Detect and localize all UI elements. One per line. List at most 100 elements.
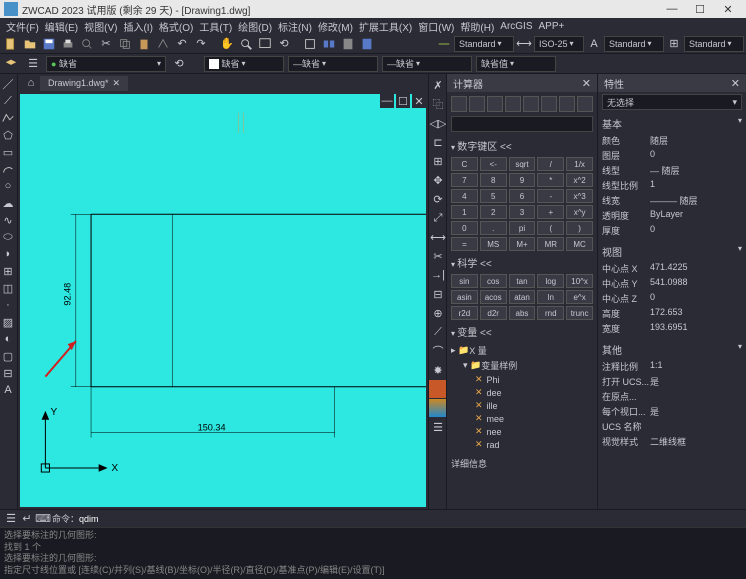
vars-category[interactable]: ▸ 📁 X 量 [451,343,593,358]
prop-row[interactable]: UCS 名称 [602,419,742,434]
calc-key[interactable]: * [537,173,564,187]
close-button[interactable]: ✕ [714,3,742,16]
circle-icon[interactable]: ○ [0,178,16,194]
plotstyle-combo[interactable]: 缺省值▾ [476,56,556,72]
calc-key[interactable]: ( [537,221,564,235]
canvas-max-icon[interactable]: ☐ [396,94,410,108]
ellipse-arc-icon[interactable]: ◗ [0,246,16,262]
menu-item[interactable]: 文件(F) [4,19,41,34]
pan-icon[interactable]: ✋ [218,35,236,53]
prop-row[interactable]: 线型比例1 [602,178,742,193]
hatch-icon[interactable]: ▨ [0,314,16,330]
calc-section-vars[interactable]: 变量 << [451,324,593,339]
calc-key[interactable]: 0 [451,221,478,235]
match-icon[interactable] [154,35,172,53]
calc-key[interactable]: 4 [451,189,478,203]
vars-sample-folder[interactable]: ▾ 📁 变量样例 [451,358,593,373]
text-icon[interactable]: A [0,382,16,398]
calc-tb-8[interactable] [577,96,593,112]
prop-row[interactable]: 图层0 [602,148,742,163]
prop-row[interactable]: 线型— 随层 [602,163,742,178]
props-close-icon[interactable]: ✕ [731,77,740,90]
layer-states-icon[interactable]: ☰ [24,55,42,73]
menu-item[interactable]: 格式(O) [157,19,195,34]
calc-key[interactable]: x^2 [566,173,593,187]
prop-row[interactable]: 打开 UCS...是 [602,374,742,389]
layer-combo[interactable]: ● 缺省▾ [46,56,166,72]
calc-key[interactable]: 9 [509,173,536,187]
paste-icon[interactable] [135,35,153,53]
calc-key[interactable]: 3 [509,205,536,219]
calc-key[interactable]: 2 [480,205,507,219]
var-item[interactable]: ✕dee [451,386,593,399]
prop-row[interactable]: 中心点 X471.4225 [602,261,742,276]
menu-item[interactable]: 工具(T) [197,19,234,34]
gradient-icon[interactable]: ◐ [0,331,16,347]
menu-item[interactable]: 插入(I) [121,19,154,34]
var-item[interactable]: ✕nee [451,425,593,438]
calc-tb-2[interactable] [469,96,485,112]
calc-section-nums[interactable]: 数字键区 << [451,138,593,153]
doc-tab[interactable]: Drawing1.dwg* ✕ [40,76,128,91]
copy2-icon[interactable]: ⿻ [429,95,447,113]
preview-icon[interactable] [78,35,96,53]
offset-icon[interactable]: ⊏ [429,133,447,151]
menu-item[interactable]: APP+ [537,21,567,32]
calc-key[interactable]: 1/x [566,157,593,171]
prop-group-header[interactable]: 基本▾ [602,116,742,131]
prop-group-header[interactable]: 视图▾ [602,244,742,259]
zoom-icon[interactable] [237,35,255,53]
calc-key[interactable]: x^y [566,205,593,219]
prop-row[interactable]: 中心点 Z0 [602,291,742,306]
revcloud-icon[interactable]: ☁ [0,195,16,211]
break-icon[interactable]: ⊟ [429,285,447,303]
calc-sci-key[interactable]: tan [509,274,536,288]
color-combo[interactable]: 缺省▾ [204,56,284,72]
calc-key[interactable]: MC [566,237,593,251]
prop-row[interactable]: 颜色随层 [602,133,742,148]
canvas-min-icon[interactable]: — [380,94,394,108]
prop-row[interactable]: 视觉样式二维线框 [602,434,742,449]
gradient-tool-icon[interactable] [429,399,447,417]
table-style-icon[interactable]: ⊞ [665,35,683,53]
stretch-icon[interactable]: ⟷ [429,228,447,246]
calc-section-sci[interactable]: 科学 << [451,255,593,270]
block-icon[interactable]: ◫ [0,280,16,296]
calc-sci-key[interactable]: r2d [451,306,478,320]
menu-item[interactable]: 绘图(D) [236,19,274,34]
var-item[interactable]: ✕mee [451,412,593,425]
close-tab-icon[interactable]: ✕ [113,78,121,89]
calc-sci-key[interactable]: asin [451,290,478,304]
xline-icon[interactable]: ⟋ [0,93,16,109]
prop-row[interactable]: 在原点... [602,389,742,404]
calc-tb-4[interactable] [505,96,521,112]
var-item[interactable]: ✕ille [451,399,593,412]
style-combo-0[interactable]: Standard▾ [454,36,514,52]
prop-row[interactable]: 线宽——— 随层 [602,193,742,208]
layer-prev-icon[interactable]: ⟲ [170,55,188,73]
calc-sci-key[interactable]: d2r [480,306,507,320]
maximize-button[interactable]: ☐ [686,3,714,16]
menu-item[interactable]: 编辑(E) [43,19,80,34]
calc-key[interactable]: 7 [451,173,478,187]
mirror-icon[interactable]: ◁▷ [429,114,447,132]
menu-item[interactable]: 视图(V) [82,19,119,34]
calc-sci-key[interactable]: acos [480,290,507,304]
calc-key[interactable]: M+ [509,237,536,251]
drawing-canvas[interactable]: 92.48 150.34 [20,94,426,507]
style-combo-3[interactable]: Standard▾ [684,36,744,52]
calc-sci-key[interactable]: ln [537,290,564,304]
zoom-prev-icon[interactable]: ⟲ [275,35,293,53]
calc-sci-key[interactable]: 10^x [566,274,593,288]
style-combo-2[interactable]: Standard▾ [604,36,664,52]
calc-sci-key[interactable]: e^x [566,290,593,304]
chamfer-icon[interactable]: ⟋ [429,323,447,341]
cmd-icon-3[interactable]: ⌨ [36,512,50,526]
calc-key[interactable]: C [451,157,478,171]
menu-item[interactable]: 标注(N) [276,19,314,34]
calc-sci-key[interactable]: sin [451,274,478,288]
polygon-icon[interactable]: ⬠ [0,127,16,143]
trim-icon[interactable]: ✂ [429,247,447,265]
var-item[interactable]: ✕rad [451,438,593,451]
calc-key[interactable]: = [451,237,478,251]
